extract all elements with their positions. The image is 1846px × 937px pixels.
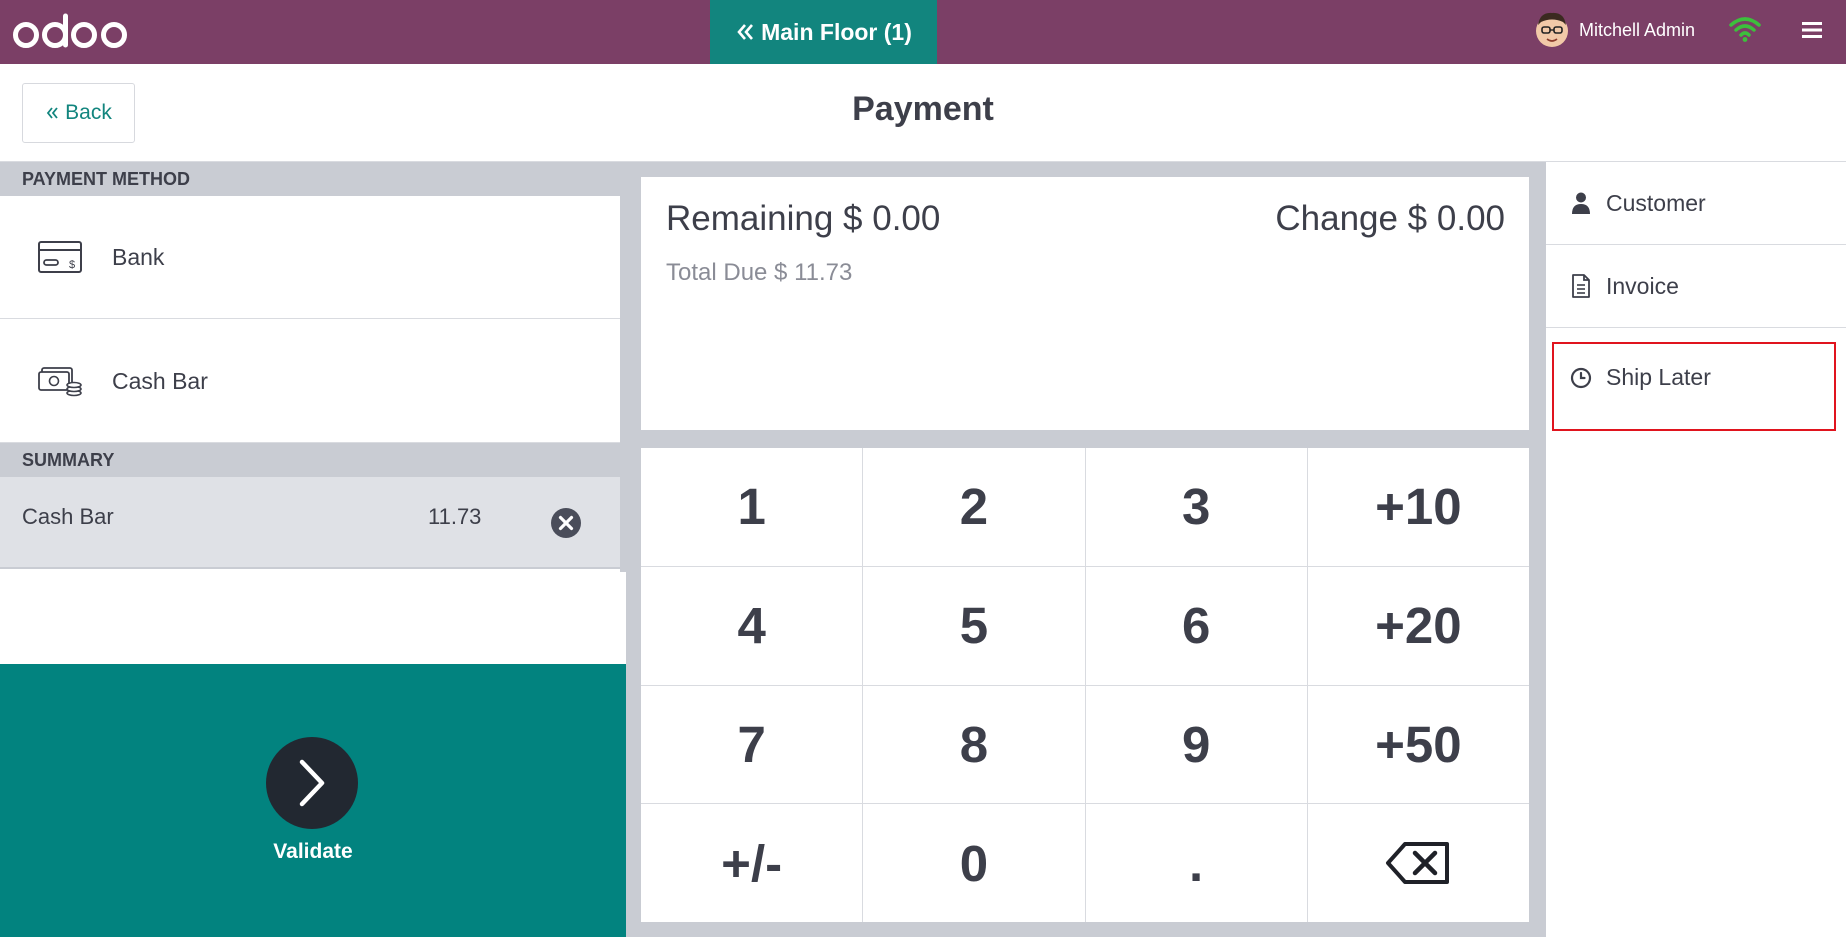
double-chevron-left-icon xyxy=(47,107,58,119)
numpad-key-plus-minus[interactable]: +/- xyxy=(641,804,863,922)
remove-payment-icon[interactable] xyxy=(550,507,582,539)
numpad-key-plus-50[interactable]: +50 xyxy=(1307,685,1529,804)
customer-button[interactable]: Customer xyxy=(1546,162,1846,245)
svg-text:$: $ xyxy=(69,259,75,271)
change-amount: Change $ 0.00 xyxy=(1275,199,1505,238)
payment-method-cash-bar[interactable]: Cash Bar xyxy=(0,320,620,443)
numpad-key-4[interactable]: 4 xyxy=(641,566,863,685)
invoice-label: Invoice xyxy=(1606,272,1679,299)
double-chevron-left-icon xyxy=(737,24,754,40)
numpad-key-7[interactable]: 7 xyxy=(641,685,863,804)
payment-center-panel: Remaining $ 0.00 Change $ 0.00 Total Due… xyxy=(626,162,1546,937)
back-button[interactable]: Back xyxy=(22,83,135,143)
numpad-key-9[interactable]: 9 xyxy=(1085,685,1307,804)
document-icon xyxy=(1572,274,1590,298)
payment-method-bank[interactable]: $ Bank xyxy=(0,196,620,319)
payment-method-label: Bank xyxy=(112,243,165,270)
odoo-logo[interactable] xyxy=(12,12,132,50)
numpad-key-3[interactable]: 3 xyxy=(1085,448,1307,566)
ship-later-button[interactable]: Ship Later xyxy=(1546,336,1846,419)
summary-heading: SUMMARY xyxy=(0,443,620,477)
backspace-icon xyxy=(1386,842,1450,885)
top-navbar: Main Floor (1) Mitchell Admin xyxy=(0,0,1846,64)
floor-tab-label: Main Floor (1) xyxy=(761,18,912,45)
cash-icon xyxy=(38,367,82,397)
payment-header: Payment Back xyxy=(0,64,1846,162)
back-button-label: Back xyxy=(65,101,112,124)
customer-label: Customer xyxy=(1606,189,1706,216)
payment-method-label: Cash Bar xyxy=(112,367,208,394)
numpad-key-plus-10[interactable]: +10 xyxy=(1307,448,1529,566)
user-menu[interactable]: Mitchell Admin xyxy=(1535,10,1695,50)
summary-line-name: Cash Bar xyxy=(22,504,114,529)
summary-line-amount: 11.73 xyxy=(428,504,482,529)
user-name: Mitchell Admin xyxy=(1579,19,1696,40)
payment-status: Remaining $ 0.00 Change $ 0.00 Total Due… xyxy=(641,177,1529,430)
numpad-key-decimal[interactable]: . xyxy=(1085,804,1307,922)
validate-circle xyxy=(266,737,358,829)
avatar xyxy=(1536,12,1568,47)
ship-later-label: Ship Later xyxy=(1606,364,1711,390)
numpad-key-5[interactable]: 5 xyxy=(863,566,1085,685)
numpad-key-2[interactable]: 2 xyxy=(863,448,1085,566)
validate-label: Validate xyxy=(273,840,353,863)
total-due: Total Due $ 11.73 xyxy=(666,259,853,286)
validate-button[interactable]: Validate xyxy=(0,664,626,937)
remaining-amount: Remaining $ 0.00 xyxy=(666,199,941,238)
numpad-key-0[interactable]: 0 xyxy=(863,804,1085,922)
user-icon xyxy=(1572,192,1590,214)
hamburger-menu-icon[interactable] xyxy=(1800,18,1824,42)
numpad-key-8[interactable]: 8 xyxy=(863,685,1085,804)
payment-method-heading: PAYMENT METHOD xyxy=(0,162,620,196)
card-icon: $ xyxy=(38,241,82,273)
numpad-key-1[interactable]: 1 xyxy=(641,448,863,566)
invoice-button[interactable]: Invoice xyxy=(1546,245,1846,328)
numpad-key-plus-20[interactable]: +20 xyxy=(1307,566,1529,685)
chevron-right-icon xyxy=(299,759,325,807)
numpad-key-6[interactable]: 6 xyxy=(1085,566,1307,685)
summary-line[interactable]: Cash Bar 11.73 xyxy=(0,477,620,569)
numpad: 1 2 3 +10 4 5 6 +20 7 8 9 +50 +/- 0 . xyxy=(641,448,1529,922)
clock-icon xyxy=(1570,367,1592,388)
wifi-icon xyxy=(1729,17,1761,42)
floor-tab[interactable]: Main Floor (1) xyxy=(710,0,937,64)
numpad-key-backspace[interactable] xyxy=(1307,804,1529,922)
page-title: Payment xyxy=(852,90,994,128)
payment-options-panel: Customer Invoice Ship Later xyxy=(1546,162,1846,937)
